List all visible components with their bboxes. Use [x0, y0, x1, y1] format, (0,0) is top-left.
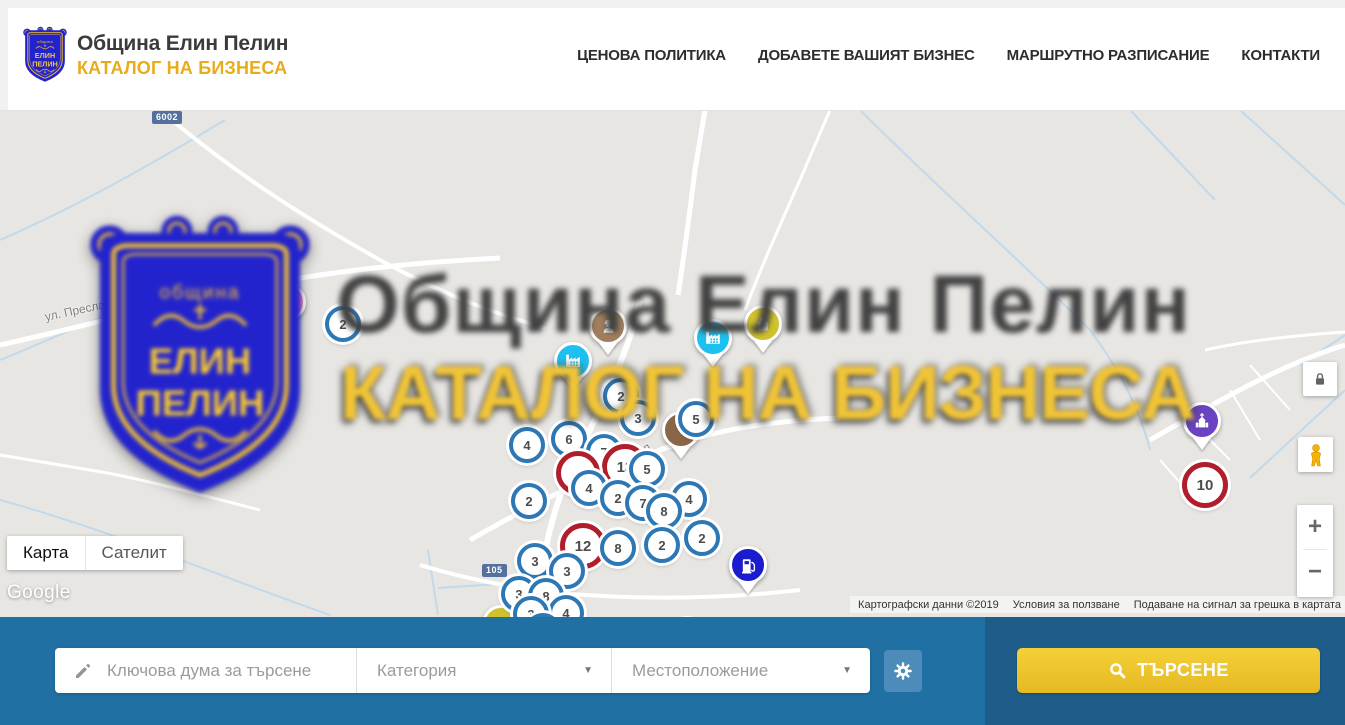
fuel-pump-icon	[738, 555, 759, 576]
chevron-down-icon: ▼	[842, 665, 852, 676]
map-pin-factory[interactable]	[694, 319, 732, 357]
map-pin-worker[interactable]	[589, 307, 627, 345]
site-logo[interactable]: Община Елин Пелин КАТАЛОГ НА БИЗНЕСА	[22, 26, 288, 84]
search-submit-label: ТЪРСЕНЕ	[1137, 660, 1229, 681]
location-select-value: Местоположение	[632, 661, 768, 681]
road-shield: 6002	[152, 111, 182, 124]
category-select-value: Категория	[377, 661, 456, 681]
factory-icon	[702, 327, 724, 349]
map-cluster-marker[interactable]: 8	[646, 493, 682, 529]
attribution-terms-link[interactable]: Условия за ползване	[1013, 599, 1120, 611]
page-top-strip	[0, 0, 1345, 8]
zoom-in-button[interactable]: +	[1297, 505, 1333, 549]
advanced-search-settings-button[interactable]	[884, 650, 922, 692]
search-icon	[1108, 661, 1127, 680]
attribution-report-error-link[interactable]: Подаване на сигнал за грешка в картата	[1134, 599, 1341, 611]
map-cluster-marker[interactable]: 5	[218, 274, 254, 310]
map-cluster-marker[interactable]: 2	[644, 527, 680, 563]
map-type-map-button[interactable]: Карта	[7, 536, 85, 570]
search-bar: Категория ▼ Местоположение ▼	[0, 617, 1345, 725]
map-cluster-marker[interactable]: 5	[678, 401, 714, 437]
municipality-crest-icon	[22, 26, 68, 84]
map-pin-bag[interactable]	[744, 305, 782, 343]
pegman-icon	[1305, 443, 1327, 467]
main-nav: ЦЕНОВА ПОЛИТИКА ДОБАВЕТЕ ВАШИЯТ БИЗНЕС М…	[577, 0, 1320, 110]
map-type-satellite-button[interactable]: Сателит	[86, 536, 183, 570]
google-logo[interactable]: Google	[7, 582, 71, 604]
search-field-group: Категория ▼ Местоположение ▼	[55, 648, 870, 693]
location-select[interactable]: Местоположение ▼	[612, 648, 870, 693]
lock-icon	[1312, 371, 1328, 387]
site-tagline: КАТАЛОГ НА БИЗНЕСА	[77, 58, 288, 79]
map-pin-factory[interactable]	[554, 342, 592, 380]
site-title: Община Елин Пелин	[77, 32, 288, 56]
map-cluster-marker[interactable]: 8	[600, 530, 636, 566]
map-canvas[interactable]: 6002 105 ул. Преслав бул. „Новосел Общин…	[0, 110, 1345, 617]
map-attribution: Картографски данни ©2019 Условия за полз…	[850, 596, 1345, 613]
keyword-field	[55, 648, 357, 693]
gear-icon	[892, 660, 914, 682]
road-shield: 105	[482, 564, 507, 577]
map-cluster-marker[interactable]: 2	[684, 520, 720, 556]
nav-item-pricing[interactable]: ЦЕНОВА ПОЛИТИКА	[577, 47, 726, 64]
church-icon	[1192, 411, 1212, 431]
map-cluster-marker[interactable]: 3	[517, 543, 553, 579]
site-header: Община Елин Пелин КАТАЛОГ НА БИЗНЕСА ЦЕН…	[0, 0, 1345, 111]
page-left-strip	[0, 0, 8, 110]
keyword-search-input[interactable]	[105, 660, 349, 682]
map-cluster-marker[interactable]: 5	[629, 451, 665, 487]
page: Община Елин Пелин КАТАЛОГ НА БИЗНЕСА ЦЕН…	[0, 0, 1345, 725]
map-pin-factory[interactable]	[139, 247, 177, 285]
map-type-control: Карта Сателит	[7, 536, 183, 570]
factory-icon	[562, 350, 584, 372]
map-zoom-control: + −	[1297, 505, 1333, 597]
nav-item-add-business[interactable]: ДОБАВЕТЕ ВАШИЯТ БИЗНЕС	[758, 47, 975, 64]
worker-icon	[598, 316, 619, 337]
shopping-bag-icon	[753, 314, 773, 334]
street-view-pegman-button[interactable]	[1298, 437, 1333, 472]
factory-icon	[147, 255, 169, 277]
chevron-down-icon: ▼	[583, 665, 593, 676]
map-cluster-marker[interactable]: 2	[172, 273, 208, 309]
nav-item-route-schedule[interactable]: МАРШРУТНО РАЗПИСАНИЕ	[1007, 47, 1210, 64]
map-cluster-marker[interactable]: 2	[511, 483, 547, 519]
attribution-copyright: Картографски данни ©2019	[858, 599, 999, 611]
zoom-out-button[interactable]: −	[1297, 550, 1333, 594]
map-cluster-marker[interactable]: 10	[1182, 462, 1228, 508]
map-pin-church[interactable]	[1183, 402, 1221, 440]
pencil-icon	[73, 661, 93, 681]
category-select[interactable]: Категория ▼	[357, 648, 612, 693]
map-pin-fuel[interactable]	[729, 546, 767, 584]
fullscreen-lock-button[interactable]	[1303, 362, 1337, 396]
map-cluster-marker[interactable]: 2	[325, 306, 361, 342]
map-cluster-marker[interactable]: 4	[509, 427, 545, 463]
map-cluster-marker[interactable]: 3	[620, 400, 656, 436]
nav-item-contacts[interactable]: КОНТАКТИ	[1241, 47, 1320, 64]
search-submit-button[interactable]: ТЪРСЕНЕ	[1017, 648, 1320, 693]
